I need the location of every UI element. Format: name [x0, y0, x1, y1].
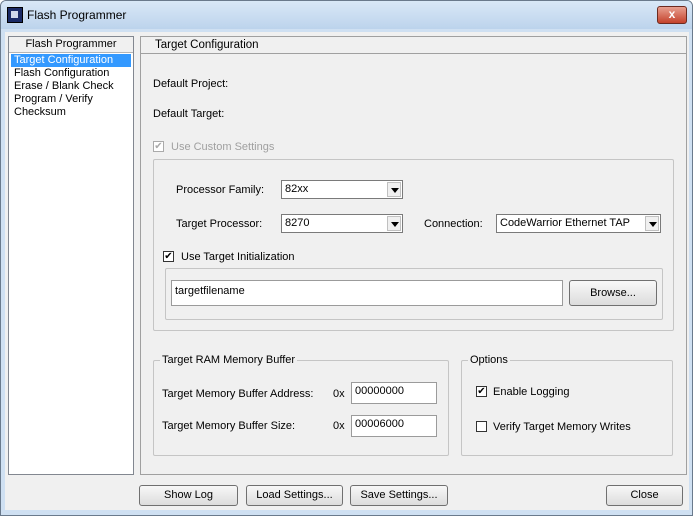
buffer-size-label: Target Memory Buffer Size: [162, 420, 296, 432]
init-file-input[interactable]: targetfilename [171, 280, 563, 306]
dialog-client-area: Flash Programmer Target Configuration Fl… [5, 32, 689, 510]
save-settings-button[interactable]: Save Settings... [350, 485, 448, 506]
enable-logging-label: Enable Logging [493, 386, 570, 398]
window-close-button[interactable]: x [657, 6, 687, 24]
use-target-initialization-label: Use Target Initialization [181, 251, 295, 263]
sidebar-header: Flash Programmer [9, 37, 133, 53]
sidebar-item-flash-configuration[interactable]: Flash Configuration [11, 67, 131, 80]
panel-title: Target Configuration [141, 37, 686, 54]
default-project-label: Default Project: [153, 78, 229, 90]
window-title: Flash Programmer [27, 8, 127, 22]
use-custom-settings-checkbox[interactable]: ✔ [153, 141, 164, 152]
load-settings-button[interactable]: Load Settings... [246, 485, 343, 506]
options-legend: Options [468, 354, 510, 366]
flash-programmer-window: Flash Programmer x Flash Programmer Targ… [0, 0, 693, 516]
chevron-down-icon[interactable] [645, 216, 659, 231]
buffer-address-input[interactable]: 00000000 [351, 382, 437, 404]
enable-logging-checkbox[interactable]: ✔ [476, 386, 487, 397]
chevron-down-icon[interactable] [387, 216, 401, 231]
buffer-address-label: Target Memory Buffer Address: [162, 388, 314, 400]
sidebar-item-target-configuration[interactable]: Target Configuration [11, 54, 131, 67]
buffer-size-input[interactable]: 00006000 [351, 415, 437, 437]
options-group [461, 360, 673, 456]
buffer-address-prefix: 0x [333, 388, 345, 400]
verify-writes-checkbox[interactable] [476, 421, 487, 432]
buffer-size-prefix: 0x [333, 420, 345, 432]
ram-memory-buffer-legend: Target RAM Memory Buffer [160, 354, 298, 366]
chevron-down-icon[interactable] [387, 182, 401, 197]
target-processor-select[interactable]: 8270 [281, 214, 403, 233]
target-processor-label: Target Processor: [176, 218, 263, 230]
use-custom-settings-label: Use Custom Settings [171, 141, 275, 153]
default-target-label: Default Target: [153, 108, 225, 120]
connection-value: CodeWarrior Ethernet TAP [500, 217, 631, 229]
close-button[interactable]: Close [606, 485, 683, 506]
browse-button[interactable]: Browse... [569, 280, 657, 306]
use-target-initialization-checkbox[interactable]: ✔ [163, 251, 174, 262]
target-configuration-panel: Target Configuration Default Project: De… [140, 36, 687, 475]
sidebar-item-checksum[interactable]: Checksum [11, 106, 131, 119]
title-bar: Flash Programmer x [1, 1, 692, 29]
processor-family-value: 82xx [285, 183, 309, 195]
processor-family-select[interactable]: 82xx [281, 180, 403, 199]
sidebar-item-program-verify[interactable]: Program / Verify [11, 93, 131, 106]
show-log-button[interactable]: Show Log [139, 485, 238, 506]
connection-label: Connection: [424, 218, 483, 230]
verify-writes-label: Verify Target Memory Writes [493, 421, 631, 433]
sidebar-tree: Flash Programmer Target Configuration Fl… [8, 36, 134, 475]
sidebar-item-erase-blank-check[interactable]: Erase / Blank Check [11, 80, 131, 93]
app-icon [7, 7, 23, 23]
processor-family-label: Processor Family: [176, 184, 265, 196]
target-processor-value: 8270 [285, 217, 310, 229]
connection-select[interactable]: CodeWarrior Ethernet TAP [496, 214, 661, 233]
ram-memory-buffer-group [153, 360, 449, 456]
